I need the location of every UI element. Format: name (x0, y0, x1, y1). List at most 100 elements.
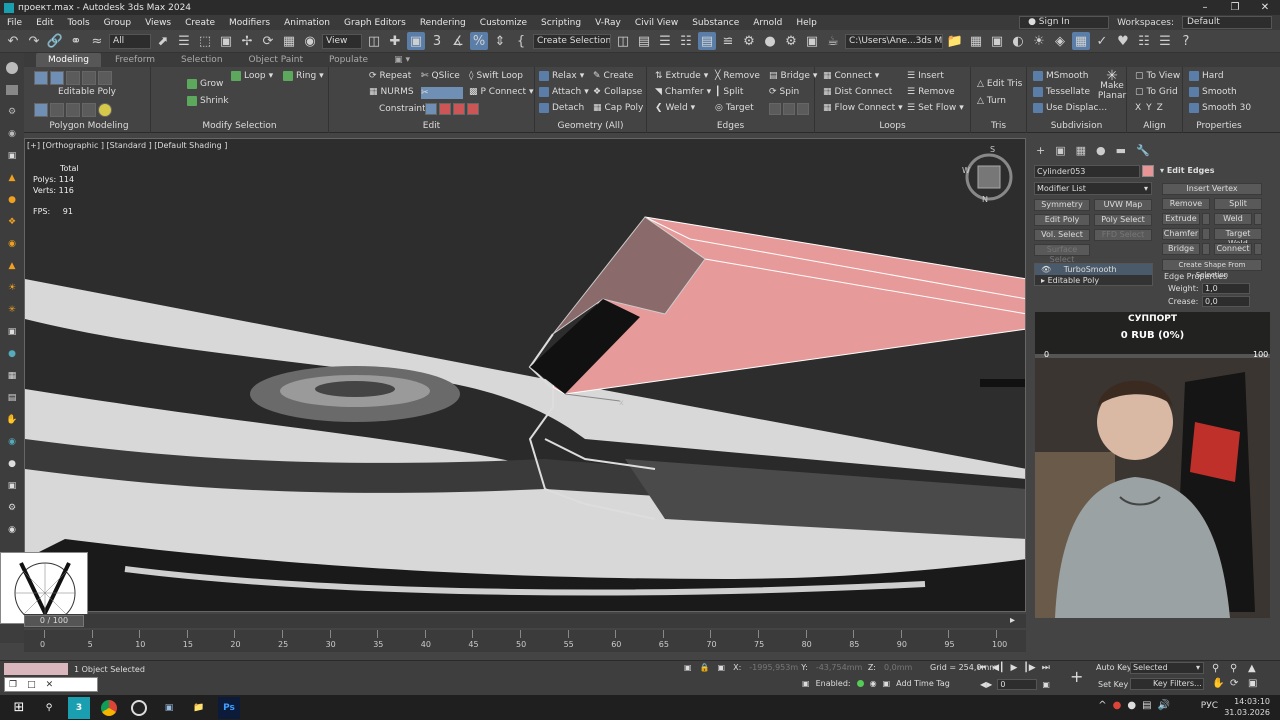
create-geometry-icon[interactable] (0, 57, 24, 79)
geometry-title[interactable]: Geometry (All) (535, 121, 646, 131)
edit-named-selection-icon[interactable]: { (512, 32, 530, 50)
stack-item-turbosmooth[interactable]: 👁 TurboSmooth (1035, 264, 1152, 275)
show-cage-icon[interactable] (34, 103, 48, 117)
menu-animation[interactable]: Animation (277, 18, 337, 28)
rendered-frame-icon[interactable]: ▣ (803, 32, 821, 50)
constraint-face-icon[interactable] (453, 103, 465, 115)
select-by-name-icon[interactable]: ☰ (175, 32, 193, 50)
volume-icon[interactable]: 🔊 (1158, 700, 1170, 711)
remove-loop-button[interactable]: ☰ Remove (907, 87, 955, 97)
hierarchy-tab-icon[interactable]: ▦ (1076, 144, 1086, 157)
material-editor-icon[interactable]: ● (761, 32, 779, 50)
connect-settings-icon[interactable] (1254, 243, 1262, 255)
to-grid-button[interactable]: ▢ To Grid (1135, 87, 1178, 97)
tab-selection[interactable]: Selection (169, 53, 234, 67)
p-connect-button[interactable]: ▩ P Connect ▾ (469, 87, 534, 97)
add-time-tag-label[interactable]: Add Time Tag (896, 679, 950, 688)
eye-icon[interactable]: 👁 (1041, 265, 1051, 274)
network-icon[interactable]: ▤ (1142, 700, 1151, 711)
tool-c-icon[interactable]: ◉ (0, 431, 24, 453)
named-selection-dropdown[interactable]: Create Selection Se (533, 33, 611, 49)
align-z-button[interactable]: Z (1157, 103, 1163, 113)
edges-title[interactable]: Edges (647, 121, 814, 131)
orange-tool-6-icon[interactable]: ✳ (0, 299, 24, 321)
dist-connect-button[interactable]: ▦ Dist Connect (823, 87, 892, 97)
menu-tools[interactable]: Tools (61, 18, 97, 28)
menu-modifiers[interactable]: Modifiers (222, 18, 277, 28)
3dsmax-taskbar-icon[interactable]: 3 (68, 696, 90, 719)
weld-button[interactable]: ❮ Weld ▾ (655, 103, 695, 113)
use-soft-selection-icon[interactable] (50, 103, 64, 117)
weld-settings-icon[interactable] (1254, 213, 1262, 225)
snaps-toggle-icon[interactable]: 3 (428, 32, 446, 50)
target-weld-button[interactable]: Target Weld (1214, 228, 1262, 248)
cap-poly-button[interactable]: ▦ Cap Poly (593, 103, 643, 113)
x-coordinate[interactable]: -1995,953m (749, 663, 798, 672)
record-icon[interactable]: ◉ (870, 679, 877, 688)
orange-tool-1-icon[interactable]: ● (0, 189, 24, 211)
viewport-label[interactable]: [+] [Orthographic ] [Standard ] [Default… (27, 141, 227, 150)
bind-spacewarp-icon[interactable]: ≈ (88, 32, 106, 50)
object-name-field[interactable]: Cylinder053 (1034, 165, 1140, 178)
spin-button[interactable]: ⟳ Spin (769, 87, 799, 97)
go-to-end-icon[interactable]: ⏭ (1042, 663, 1050, 673)
menu-create[interactable]: Create (178, 18, 222, 28)
menu-file[interactable]: File (0, 18, 29, 28)
scene-converter-icon[interactable]: ▦ (1072, 32, 1090, 50)
create-shape-button[interactable]: Create Shape From Selection (1162, 259, 1262, 279)
remove-edge-button[interactable]: ╳ Remove (715, 71, 760, 81)
workspace-select[interactable]: Default (1182, 16, 1272, 29)
unlink-icon[interactable]: ⚭ (67, 32, 85, 50)
search-icon[interactable]: ⚲ (38, 697, 60, 719)
schematic-view-icon[interactable]: ⚙ (740, 32, 758, 50)
menu-views[interactable]: Views (138, 18, 178, 28)
pivot-center-icon[interactable]: ◫ (365, 32, 383, 50)
key-mode-icon[interactable]: ◀▶ (980, 680, 992, 689)
extrude-panel-button[interactable]: Extrude (1162, 213, 1200, 225)
reference-coordinate-dropdown[interactable]: View (322, 33, 362, 49)
weight-spinner[interactable]: 1,0 (1202, 283, 1250, 294)
obs-icon[interactable] (128, 697, 150, 719)
y-coordinate[interactable]: -43,754mm (816, 663, 862, 672)
crease-spinner[interactable]: 0,0 (1202, 296, 1250, 307)
select-object-icon[interactable]: ⬈ (154, 32, 172, 50)
vray-options-icon[interactable]: ◈ (1051, 32, 1069, 50)
plugin-icon[interactable]: ♥ (1114, 32, 1132, 50)
restore-mini-icon[interactable]: ❐ (9, 680, 17, 690)
viewport-scene[interactable]: x (25, 139, 1026, 612)
properties-title[interactable]: Properties (1183, 121, 1255, 131)
extrude-button[interactable]: ⇅ Extrude ▾ (655, 71, 708, 81)
detach-button[interactable]: Detach (539, 103, 584, 113)
menu-rendering[interactable]: Rendering (413, 18, 473, 28)
angle-snap-icon[interactable]: ∡ (449, 32, 467, 50)
enabled-indicator-icon[interactable] (856, 680, 864, 687)
qslice-button[interactable]: ✄ QSlice (421, 71, 460, 81)
edge-mode-icon[interactable] (50, 71, 64, 85)
selection-filter-dropdown[interactable]: All (109, 33, 151, 49)
cube-icon[interactable]: ▣ (0, 321, 24, 343)
align-icon[interactable]: ▤ (635, 32, 653, 50)
create-tab-icon[interactable]: + (1036, 144, 1045, 157)
motion-icon[interactable]: ◉ (0, 123, 24, 145)
flow-connect-button[interactable]: ▦ Flow Connect ▾ (823, 103, 903, 113)
create-button[interactable]: ✎ Create (593, 71, 633, 81)
light-icon[interactable] (98, 103, 112, 117)
sign-in-button[interactable]: ● Sign In (1019, 16, 1110, 29)
align-x-button[interactable]: X (1135, 103, 1141, 113)
constraint-normal-icon[interactable] (467, 103, 479, 115)
smooth30-button[interactable]: Smooth 30 (1189, 103, 1251, 113)
start-icon[interactable]: ⊞ (8, 697, 30, 719)
tool-a-icon[interactable]: ▦ (0, 365, 24, 387)
menu-graph-editors[interactable]: Graph Editors (337, 18, 413, 28)
time-slider-handle[interactable]: 0 / 100 (24, 615, 84, 627)
relax-button[interactable]: Relax ▾ (539, 71, 584, 81)
display-icon[interactable]: ▣ (0, 145, 24, 167)
tray-expand-icon[interactable]: ^ (1098, 700, 1106, 711)
go-to-start-icon[interactable]: ⏮ (978, 663, 986, 673)
turn-button[interactable]: △ Turn (977, 96, 1006, 106)
align-y-button[interactable]: Y (1146, 103, 1152, 113)
modify-icon[interactable] (0, 79, 24, 101)
smooth-button[interactable]: Smooth (1189, 87, 1237, 97)
stack-item-editable-poly[interactable]: ▸ Editable Poly (1035, 275, 1152, 286)
list-icon[interactable]: ☰ (1156, 32, 1174, 50)
